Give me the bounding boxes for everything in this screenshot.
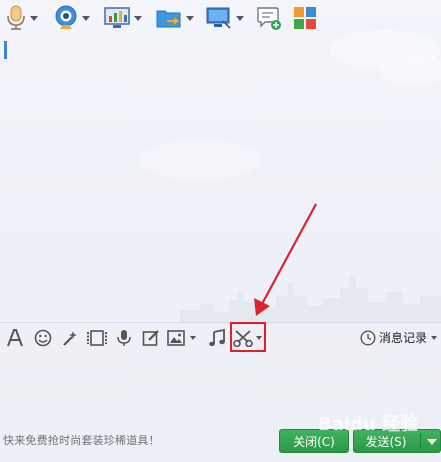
toolbar-divider	[0, 322, 441, 323]
new-chat-icon	[256, 5, 282, 31]
music-button[interactable]	[206, 327, 228, 349]
bg-cloud	[380, 55, 441, 85]
apps-button[interactable]	[293, 4, 317, 32]
screen-share-button[interactable]	[104, 4, 142, 32]
send-file-icon	[156, 6, 182, 30]
annotation-arrow	[254, 203, 317, 316]
screen-share-icon	[104, 6, 130, 30]
promo-link[interactable]: 快来免费抢时尚套装珍稀道具！	[3, 432, 160, 448]
screenshot-highlight-box	[230, 322, 266, 352]
voice-message-button[interactable]	[113, 327, 135, 349]
send-file-button[interactable]	[156, 4, 194, 32]
chevron-down-icon[interactable]	[431, 335, 438, 340]
magic-wand-icon	[61, 329, 79, 347]
send-options-dropdown[interactable]	[427, 439, 437, 445]
send-image-button[interactable]	[167, 327, 201, 349]
send-button-separator	[420, 433, 421, 449]
message-history-label: 消息记录	[379, 331, 428, 345]
bg-cloud	[140, 140, 260, 180]
edit-icon	[142, 329, 160, 347]
message-history-button[interactable]: 消息记录	[360, 329, 438, 346]
edit-button[interactable]	[140, 327, 162, 349]
microphone-icon	[6, 5, 26, 31]
chevron-down-icon[interactable]	[236, 15, 244, 21]
emoji-icon	[34, 329, 52, 347]
clock-icon	[360, 329, 376, 346]
remote-desktop-button[interactable]	[206, 4, 244, 32]
emoji-button[interactable]	[32, 327, 54, 349]
font-icon	[6, 329, 24, 347]
magic-expression-button[interactable]	[59, 327, 81, 349]
video-clip-icon	[87, 329, 107, 347]
create-discussion-button[interactable]	[256, 4, 282, 32]
voice-call-button[interactable]	[6, 4, 38, 32]
chevron-down-icon[interactable]	[190, 336, 196, 340]
font-button[interactable]	[4, 327, 26, 349]
chevron-down-icon[interactable]	[30, 15, 38, 21]
webcam-icon	[54, 5, 78, 31]
chat-window: 消息记录 快来免费抢时尚套装珍稀道具！ 关闭(C) 发送(S) Baidu 经验	[0, 0, 441, 462]
watermark: Baidu 经验	[318, 414, 419, 435]
music-icon	[208, 329, 226, 347]
video-call-button[interactable]	[54, 4, 90, 32]
apps-icon	[293, 6, 317, 30]
chevron-down-icon[interactable]	[82, 15, 90, 21]
image-icon	[167, 330, 185, 346]
text-cursor	[4, 41, 7, 59]
remote-desktop-icon	[206, 6, 232, 30]
top-toolbar	[0, 0, 441, 36]
chevron-down-icon[interactable]	[186, 15, 194, 21]
voice-message-icon	[116, 329, 132, 347]
chevron-down-icon[interactable]	[134, 15, 142, 21]
video-clip-button[interactable]	[86, 327, 108, 349]
